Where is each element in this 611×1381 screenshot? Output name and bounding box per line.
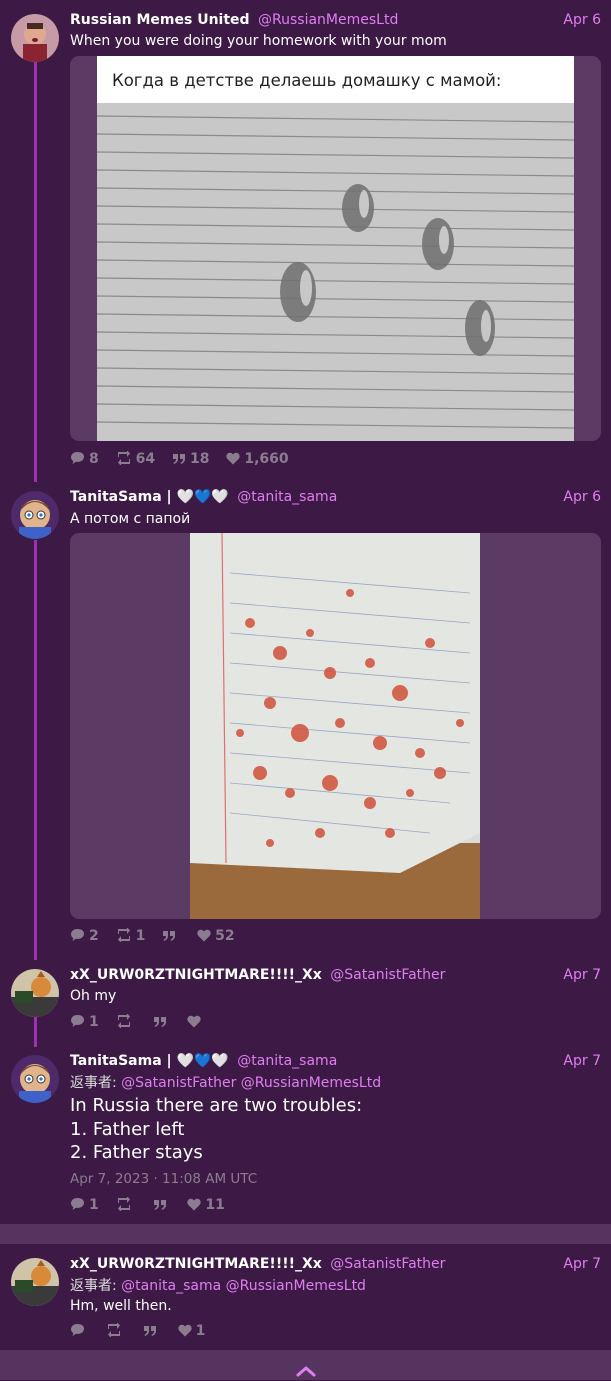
retweet-count[interactable]: 64 — [116, 450, 155, 467]
avatar[interactable] — [11, 14, 59, 62]
reply-count[interactable]: 8 — [70, 451, 99, 467]
avatar[interactable] — [11, 1258, 59, 1306]
replying-to-label: 返事者: — [70, 1075, 117, 1091]
like-count[interactable]: 1,660 — [226, 451, 289, 467]
mention-link[interactable]: @SatanistFather — [121, 1075, 236, 1091]
quote-count[interactable] — [143, 1323, 161, 1339]
like-count[interactable]: 52 — [197, 928, 235, 944]
comment-icon — [71, 1015, 84, 1027]
thread-line — [34, 62, 37, 482]
retweet-count[interactable] — [106, 1322, 126, 1339]
comment-icon — [71, 452, 84, 464]
tweet-text-line: 1. Father left — [70, 1118, 185, 1140]
replying-to: 返事者: @tanita_sama @RussianMemesLtd — [70, 1275, 366, 1295]
reply-count[interactable]: 2 — [70, 928, 99, 944]
tweet-image[interactable] — [70, 533, 601, 919]
tweet-stats: 8 64 18 1,660 — [70, 450, 301, 467]
comment-icon — [71, 1324, 84, 1336]
mention-link[interactable]: @RussianMemesLtd — [226, 1278, 366, 1294]
username[interactable]: @tanita_sama — [237, 1053, 337, 1069]
like-count[interactable]: 11 — [187, 1197, 225, 1213]
retweet-icon — [117, 1013, 130, 1029]
tweet-date[interactable]: Apr 7 — [563, 967, 601, 983]
heart-icon — [226, 452, 240, 465]
like-count[interactable]: 1 — [178, 1323, 205, 1339]
retweet-count[interactable] — [116, 1013, 136, 1030]
tweet-text-line: 2. Father stays — [70, 1142, 203, 1163]
avatar[interactable] — [11, 1055, 59, 1103]
thread-line — [34, 540, 37, 960]
tweet-header: Russian Memes United @RussianMemesLtd Ap… — [70, 12, 601, 28]
tweet-date[interactable]: Apr 6 — [563, 489, 601, 505]
fullname[interactable]: xX_URW0RZTNIGHTMARE!!!!_Xx — [70, 967, 322, 983]
retweet-icon — [117, 450, 130, 466]
quote-icon — [153, 1017, 166, 1027]
tweet-text: А потом с папой — [70, 511, 191, 527]
chevron-up-icon[interactable] — [296, 1362, 316, 1381]
avatar[interactable] — [11, 491, 59, 539]
tweet-stats: 1 — [70, 1013, 217, 1030]
replying-to: 返事者: @SatanistFather @RussianMemesLtd — [70, 1072, 381, 1092]
reply-count[interactable] — [70, 1323, 89, 1339]
tweet-text: In Russia there are two troubles: 1. Fat… — [70, 1094, 362, 1165]
tweet-date[interactable]: Apr 7 — [563, 1053, 601, 1069]
heart-icon — [197, 929, 211, 942]
mention-link[interactable]: @RussianMemesLtd — [241, 1075, 381, 1091]
comment-icon — [71, 929, 84, 941]
tweet-text-line: In Russia there are two troubles: — [70, 1095, 363, 1116]
fullname[interactable]: xX_URW0RZTNIGHTMARE!!!!_Xx — [70, 1256, 322, 1272]
username[interactable]: @tanita_sama — [237, 489, 337, 505]
tweet-timestamp[interactable]: Apr 7, 2023 · 11:08 AM UTC — [70, 1171, 257, 1187]
tweet-header: xX_URW0RZTNIGHTMARE!!!!_Xx @SatanistFath… — [70, 967, 601, 983]
tweet-stats: 1 11 — [70, 1196, 237, 1213]
retweet-count[interactable] — [116, 1196, 136, 1213]
tweet-header: TanitaSama | 🤍💙🤍 @tanita_sama Apr 7 — [70, 1053, 601, 1069]
username[interactable]: @RussianMemesLtd — [258, 12, 398, 28]
quote-icon — [153, 1200, 166, 1210]
retweet-icon — [117, 927, 130, 943]
tweet-image[interactable]: Когда в детстве делаешь домашку с мамой: — [70, 56, 601, 441]
tweet-date[interactable]: Apr 7 — [563, 1256, 601, 1272]
retweet-count[interactable]: 1 — [116, 927, 145, 944]
heart-icon — [187, 1015, 201, 1028]
replies-separator — [0, 1224, 611, 1244]
quote-count[interactable]: 18 — [172, 451, 209, 467]
tweet-text: When you were doing your homework with y… — [70, 33, 447, 49]
quote-icon — [163, 931, 176, 941]
retweet-icon — [107, 1322, 120, 1338]
tweet-date[interactable]: Apr 6 — [563, 12, 601, 28]
replying-to-label: 返事者: — [70, 1278, 117, 1294]
tweet-header: xX_URW0RZTNIGHTMARE!!!!_Xx @SatanistFath… — [70, 1256, 601, 1272]
quote-icon — [143, 1326, 156, 1336]
reply-count[interactable]: 1 — [70, 1197, 99, 1213]
quote-count[interactable] — [162, 928, 180, 944]
fullname[interactable]: Russian Memes United — [70, 12, 250, 28]
quote-count[interactable] — [153, 1197, 171, 1213]
mention-link[interactable]: @tanita_sama — [121, 1278, 221, 1294]
like-count[interactable] — [187, 1014, 205, 1030]
tweet-header: TanitaSama | 🤍💙🤍 @tanita_sama Apr 6 — [70, 489, 601, 505]
avatar[interactable] — [11, 969, 59, 1017]
quote-count[interactable] — [153, 1014, 171, 1030]
tweet-stats: 1 — [70, 1322, 217, 1339]
tweet-text: Oh my — [70, 988, 117, 1004]
tweet-stats: 2 1 52 — [70, 927, 247, 944]
image-caption: Когда в детстве делаешь домашку с мамой: — [112, 71, 501, 90]
username[interactable]: @SatanistFather — [330, 1256, 445, 1272]
comment-icon — [71, 1198, 84, 1210]
tweet-text: Hm, well then. — [70, 1298, 172, 1314]
reply-count[interactable]: 1 — [70, 1014, 99, 1030]
heart-icon — [178, 1324, 192, 1337]
quote-icon — [172, 454, 185, 464]
retweet-icon — [117, 1196, 130, 1212]
heart-icon — [187, 1198, 201, 1211]
fullname[interactable]: TanitaSama | 🤍💙🤍 — [70, 1053, 229, 1069]
username[interactable]: @SatanistFather — [330, 967, 445, 983]
thread-line — [34, 1017, 37, 1047]
fullname[interactable]: TanitaSama | 🤍💙🤍 — [70, 489, 229, 505]
bottom-bar — [0, 1350, 611, 1380]
